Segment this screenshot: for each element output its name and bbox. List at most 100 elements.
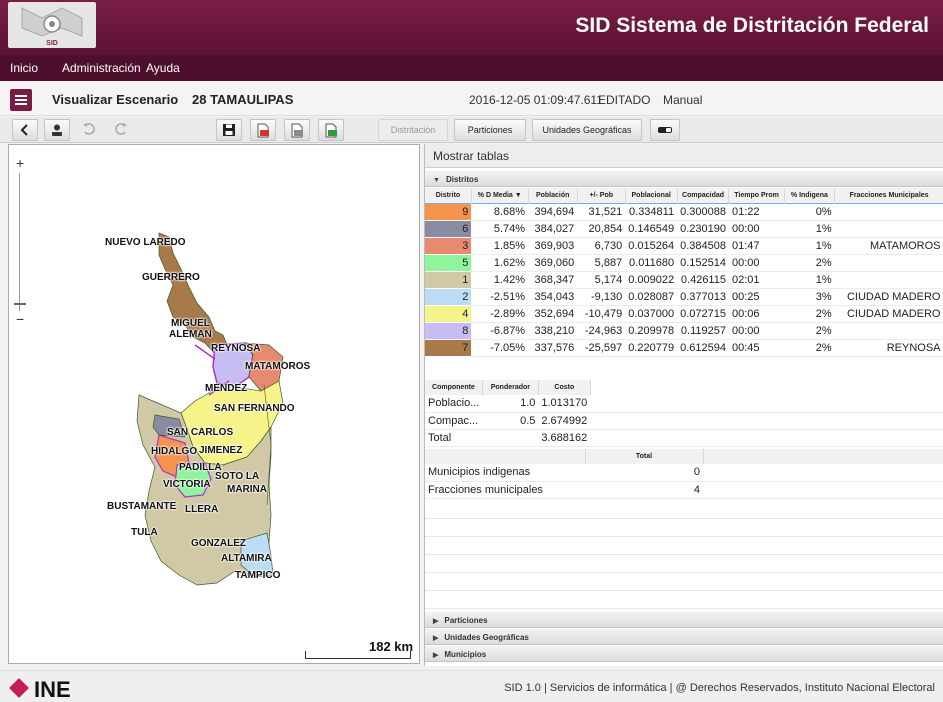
cell-tiempo: 01:22 [728,202,785,221]
undo-button[interactable] [76,119,102,141]
map-label-llera: LLERA [185,504,219,515]
cell-total-label: Fracciones municipales [425,481,585,499]
componente-row[interactable]: Poblacio... 1.0 1.013170 [425,395,943,413]
map-label-gonzalez: GONZALEZ [191,538,246,549]
collapse-arrow-icon: ▶ [433,652,439,659]
export-doc-button[interactable] [284,119,310,141]
distrito-row[interactable]: 8 -6.87% 338,210 -24,963 0.209978 0.119257 00:… [425,322,943,340]
componente-row[interactable]: Total 3.688162 [425,429,943,447]
eraser-button[interactable] [650,119,680,141]
col-dmedia[interactable]: % D Media ▼ [471,188,529,203]
cell-distrito: 4 [425,305,472,323]
cell-distrito: 8 [425,322,472,340]
col-compacidad[interactable]: Compacidad [677,188,730,203]
mostrar-tablas-header[interactable]: Mostrar tablas [425,144,943,168]
componente-row[interactable]: Compac... 0.5 2.674992 [425,412,943,430]
cell-compacidad: 0.426115 [677,271,729,289]
cell-indigena: 2% [784,254,835,272]
collapse-arrow-icon: ▶ [433,618,439,625]
cell-tiempo: 01:47 [728,237,785,255]
app-header: SID SID Sistema de Distritación Federal [0,0,943,55]
distrito-row[interactable]: 6 5.74% 384,027 20,854 0.146549 0.230190 00:00… [425,220,943,238]
back-button[interactable] [12,119,38,141]
map-label-aleman: ALEMAN [169,329,212,340]
user-button[interactable] [44,119,70,141]
map-label-soto-la: SOTO LA [215,471,260,482]
unidades-geograficas-button[interactable]: Unidades Geográficas [532,119,642,141]
map-label-guerrero: GUERRERO [142,272,200,283]
cell-poblacion: 369,903 [528,237,578,255]
menu-administracion[interactable]: Administración [62,61,141,75]
col-ponderador[interactable]: Ponderador [482,380,539,395]
unidades-geograficas-section-header[interactable]: ▶ Unidades Geográficas [425,629,943,645]
timestamp: 2016-12-05 01:09:47.611 [469,93,603,107]
cell-costo: 3.688162 [538,429,591,447]
page-title: Visualizar Escenario [52,92,179,107]
menu-ayuda[interactable]: Ayuda [146,61,180,75]
distrito-row[interactable]: 2 -2.51% 354,043 -9,130 0.028087 0.377013 00:2… [425,288,943,306]
col-total[interactable]: Total [585,449,704,464]
cell-fracciones: CIUDAD MADERO [834,305,943,323]
cell-poblacion: 338,210 [528,322,578,340]
distritos-section-header[interactable]: ▼ Distritos [425,171,943,187]
distrito-row[interactable]: 7 -7.05% 337,576 -25,597 0.220779 0.612594 00:… [425,339,943,357]
cell-poblacion: 384,027 [528,220,578,238]
cell-poblacional: 0.015264 [625,237,678,255]
ine-diamond-icon [9,678,29,698]
cell-distrito: 5 [425,254,472,272]
cell-indigena: 0% [784,202,835,221]
cell-indigena: 1% [784,237,835,255]
cell-poblacion: 369,060 [528,254,578,272]
cell-compacidad: 0.230190 [677,220,729,238]
cell-tiempo: 00:45 [728,339,785,357]
save-button[interactable] [216,119,242,141]
cell-tiempo: 00:25 [728,288,785,306]
total-row[interactable]: Municipios indigenas 0 [425,464,943,482]
cell-distrito: 3 [425,237,472,255]
col-distrito[interactable]: Distrito [425,188,472,203]
cell-poblacional: 0.009022 [625,271,678,289]
status-label: EDITADO [598,93,651,107]
export-excel-button[interactable] [318,119,344,141]
col-poblacion[interactable]: Población [528,188,578,203]
total-row[interactable]: Fracciones municipales 4 [425,481,943,499]
map-view[interactable]: + − NUEVO LAREDO GUERRERO MIGUEL ALEMAN … [8,144,420,664]
totales-table: Total Municipios indigenas 0 Fracciones mu… [425,449,943,499]
footer: INE SID 1.0 | Servicios de informática |… [0,670,943,702]
distrito-row[interactable]: 9 8.68% 394,694 31,521 0.334811 0.300088 01:22… [425,202,943,221]
ine-logo: INE [9,677,71,702]
map-label-san-fernando: SAN FERNANDO [214,403,295,414]
col-costo[interactable]: Costo [538,380,591,395]
export-pdf-button[interactable] [250,119,276,141]
distritacion-button[interactable]: Distritación [378,119,448,141]
col-fracciones[interactable]: Fracciones Municipales [834,188,943,203]
col-componente[interactable]: Componente [425,380,483,395]
particiones-section-header[interactable]: ▶ Particiones [425,612,943,628]
cell-tiempo: 00:00 [728,322,785,340]
cell-poblacional: 0.037000 [625,305,678,323]
distrito-row[interactable]: 5 1.62% 369,060 5,887 0.011680 0.152514 00:00 2… [425,254,943,272]
hamburger-menu-icon[interactable] [10,89,32,111]
cell-compacidad: 0.119257 [677,322,729,340]
municipios-section-header[interactable]: ▶ Municipios [425,646,943,662]
menu-inicio[interactable]: Inicio [10,61,38,75]
cell-compacidad: 0.072715 [677,305,729,323]
cell-distrito: 6 [425,220,472,238]
menu-bar: Inicio Administración Ayuda [0,55,943,81]
distrito-row[interactable]: 1 1.42% 368,347 5,174 0.009022 0.426115 02:01 1… [425,271,943,289]
col-indigena[interactable]: % Indigena [784,188,836,203]
distrito-row[interactable]: 3 1.85% 369,903 6,730 0.015264 0.384508 01:47 1… [425,237,943,255]
svg-text:SID: SID [46,40,58,47]
redo-button[interactable] [108,119,134,141]
cell-fracciones: MATAMOROS [834,237,943,255]
save-icon [223,124,235,136]
undo-icon [83,123,95,135]
cell-dmedia: -6.87% [471,322,529,340]
particiones-button[interactable]: Particiones [454,119,526,141]
col-poblacional[interactable]: Poblacional [625,188,678,203]
distrito-row[interactable]: 4 -2.89% 352,694 -10,479 0.037000 0.072715 00:… [425,305,943,323]
export-excel-icon [325,123,337,138]
col-tiempo[interactable]: Tiempo Prom [728,188,785,203]
col-pob-diff[interactable]: +/- Pob [577,188,626,203]
map-label-victoria: VICTORIA [163,479,211,490]
